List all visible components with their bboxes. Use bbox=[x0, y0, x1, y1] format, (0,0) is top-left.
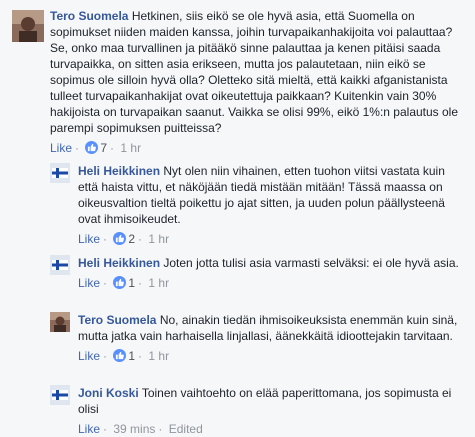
edited-label[interactable]: Edited bbox=[169, 422, 203, 436]
comment-time[interactable]: 1 hr bbox=[148, 349, 169, 363]
avatar-flag-icon bbox=[50, 385, 70, 405]
avatar[interactable] bbox=[50, 163, 70, 183]
comment-author[interactable]: Heli Heikkinen bbox=[78, 164, 160, 178]
avatar-flag-icon bbox=[50, 163, 70, 183]
avatar-flag-icon bbox=[50, 255, 70, 275]
thumbs-up-icon[interactable] bbox=[113, 349, 127, 362]
avatar[interactable] bbox=[50, 385, 70, 405]
comment-actions: Like · 2 · 1 hr bbox=[78, 232, 170, 246]
avatar[interactable] bbox=[12, 10, 44, 42]
reaction-count[interactable]: 7 bbox=[100, 141, 107, 155]
comment-actions: Like · 1 · 1 hr bbox=[78, 349, 170, 363]
comment-actions: Like · 1 · 1 hr bbox=[78, 276, 170, 290]
like-link[interactable]: Like bbox=[50, 141, 72, 155]
comment-time[interactable]: 1 hr bbox=[148, 232, 169, 246]
avatar-photo-icon bbox=[50, 312, 70, 332]
like-link[interactable]: Like bbox=[78, 349, 100, 363]
comment-author[interactable]: Heli Heikkinen bbox=[78, 256, 160, 270]
comment-text: Tero Suomela Hetkinen, siis eikö se ole … bbox=[50, 8, 466, 136]
like-link[interactable]: Like bbox=[78, 276, 100, 290]
comment-message: Joten jotta tulisi asia varmasti selväks… bbox=[163, 256, 459, 270]
comment-author[interactable]: Tero Suomela bbox=[78, 313, 156, 327]
thumbs-up-icon[interactable] bbox=[85, 141, 99, 154]
reaction-count[interactable]: 1 bbox=[128, 276, 135, 290]
comment-author[interactable]: Tero Suomela bbox=[50, 9, 128, 23]
comment-actions: Like · 7 · 1 hr bbox=[50, 141, 142, 155]
comment-actions: Like · 39 mins · Edited bbox=[78, 422, 203, 436]
comment-time[interactable]: 1 hr bbox=[148, 276, 169, 290]
comment-text: Joni Koski Toinen vaihtoehto on elää pap… bbox=[78, 385, 466, 417]
thumbs-up-icon[interactable] bbox=[113, 276, 127, 289]
comment-time[interactable]: 1 hr bbox=[120, 141, 141, 155]
comment-time[interactable]: 39 mins bbox=[113, 422, 155, 436]
like-link[interactable]: Like bbox=[78, 232, 100, 246]
comment-text: Tero Suomela No, ainakin tiedän ihmisoik… bbox=[78, 312, 466, 344]
thumbs-up-icon[interactable] bbox=[113, 232, 127, 245]
avatar[interactable] bbox=[50, 312, 70, 332]
like-link[interactable]: Like bbox=[78, 422, 100, 436]
reaction-count[interactable]: 2 bbox=[128, 232, 135, 246]
reaction-count[interactable]: 1 bbox=[128, 349, 135, 363]
comment-thread: Tero Suomela Hetkinen, siis eikö se ole … bbox=[0, 0, 475, 437]
comment-message: Hetkinen, siis eikö se ole hyvä asia, et… bbox=[50, 9, 459, 135]
comment-text: Heli Heikkinen Joten jotta tulisi asia v… bbox=[78, 255, 466, 271]
comment-text: Heli Heikkinen Nyt olen niin vihainen, e… bbox=[78, 163, 466, 227]
avatar[interactable] bbox=[50, 255, 70, 275]
comment-author[interactable]: Joni Koski bbox=[78, 386, 139, 400]
avatar-photo-icon bbox=[12, 10, 44, 42]
